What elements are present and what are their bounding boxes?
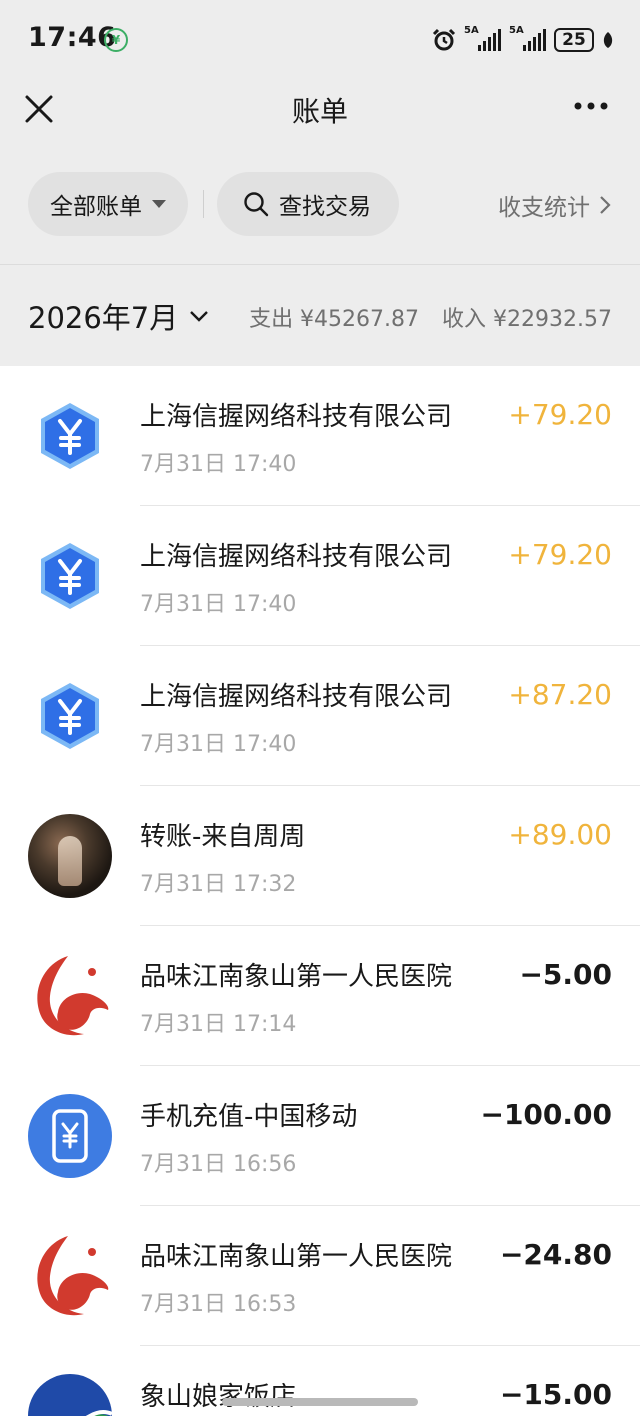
avatar xyxy=(28,534,112,618)
month-expense-total: 支出 ¥45267.87 xyxy=(249,307,420,332)
transaction-row[interactable]: 上海信握网络科技有限公司 7月31日 17:40 +87.20 xyxy=(0,646,640,786)
transaction-time: 7月31日 17:40 xyxy=(140,452,297,477)
transaction-row[interactable]: 上海信握网络科技有限公司 7月31日 17:40 +79.20 xyxy=(0,366,640,506)
network-1-label: 5A xyxy=(464,25,479,36)
mobile-recharge-icon xyxy=(28,1094,112,1178)
transaction-time: 7月31日 17:40 xyxy=(140,732,297,757)
search-transactions-button[interactable]: 查找交易 xyxy=(217,172,399,236)
filter-divider xyxy=(203,190,204,218)
transaction-amount: +79.20 xyxy=(508,538,612,571)
avatar xyxy=(28,814,112,898)
month-label: 2026年7月 xyxy=(28,301,179,335)
battery-icon: 25 xyxy=(554,28,594,52)
transaction-amount: −5.00 xyxy=(519,958,612,991)
chevron-down-icon xyxy=(190,311,209,322)
month-income-total: 收入 ¥22932.57 xyxy=(442,307,612,332)
avatar xyxy=(28,674,112,758)
month-header: 2026年7月 支出 ¥45267.87 收入 ¥22932.57 xyxy=(0,264,640,366)
month-selector[interactable]: 2026年7月 xyxy=(28,295,210,337)
transaction-amount: +79.20 xyxy=(508,398,612,431)
stats-label: 收支统计 xyxy=(498,195,590,221)
avatar xyxy=(28,394,112,478)
search-label: 查找交易 xyxy=(279,194,371,220)
transaction-title: 转账-来自周周 xyxy=(140,822,306,852)
payment-yuan-icon xyxy=(41,403,99,469)
transaction-time: 7月31日 16:56 xyxy=(140,1152,297,1177)
income-expense-stats-link[interactable]: 收支统计 xyxy=(498,188,612,222)
avatar xyxy=(28,1374,112,1416)
alarm-icon xyxy=(432,28,456,51)
page-title: 账单 xyxy=(291,95,348,128)
transaction-title: 上海信握网络科技有限公司 xyxy=(140,682,453,712)
nav-bar: 账单 xyxy=(0,80,640,136)
transaction-row[interactable]: 转账-来自周周 7月31日 17:32 +89.00 xyxy=(0,786,640,926)
transaction-amount: +87.20 xyxy=(508,678,612,711)
power-saving-leaf-icon xyxy=(603,32,613,48)
all-bills-label: 全部账单 xyxy=(50,194,142,220)
transaction-time: 7月31日 17:14 xyxy=(140,1012,297,1037)
transaction-time: 7月31日 16:53 xyxy=(140,1292,297,1317)
month-summary: 支出 ¥45267.87 收入 ¥22932.57 xyxy=(249,301,612,333)
transaction-amount: −24.80 xyxy=(499,1238,612,1271)
more-icon[interactable] xyxy=(574,100,608,112)
transaction-amount: −100.00 xyxy=(480,1098,612,1131)
avatar xyxy=(28,1094,112,1178)
search-icon xyxy=(244,192,269,217)
filter-bar: 全部账单 查找交易 收支统计 xyxy=(0,172,640,238)
network-2-label: 5A xyxy=(509,25,524,36)
status-indicators: 5A 5A 25 xyxy=(432,25,614,54)
transaction-list: 上海信握网络科技有限公司 7月31日 17:40 +79.20 上海信握网络科技… xyxy=(0,366,640,1416)
signal-1-icon: 5A xyxy=(464,25,501,51)
transaction-row[interactable]: 品味江南象山第一人民医院 7月31日 17:14 −5.00 xyxy=(0,926,640,1066)
transaction-title: 手机充值-中国移动 xyxy=(140,1102,358,1132)
transaction-row[interactable]: 手机充值-中国移动 7月31日 16:56 −100.00 xyxy=(0,1066,640,1206)
transaction-time: 7月31日 17:32 xyxy=(140,872,297,897)
transaction-title: 上海信握网络科技有限公司 xyxy=(140,402,453,432)
transaction-title: 品味江南象山第一人民医院 xyxy=(140,962,453,992)
transaction-row[interactable]: 上海信握网络科技有限公司 7月31日 17:40 +79.20 xyxy=(0,506,640,646)
home-indicator[interactable] xyxy=(222,1398,418,1406)
transaction-title: 上海信握网络科技有限公司 xyxy=(140,542,453,572)
signal-2-icon: 5A xyxy=(509,25,546,51)
app-notification-icon: ¥ xyxy=(104,28,128,52)
avatar xyxy=(28,1234,112,1318)
merchant-logo-icon xyxy=(37,1236,109,1316)
avatar xyxy=(28,954,112,1038)
payment-yuan-icon xyxy=(41,683,99,749)
merchant-logo-icon xyxy=(37,956,109,1036)
payment-yuan-icon xyxy=(41,543,99,609)
transaction-amount: −15.00 xyxy=(499,1378,612,1411)
transaction-time: 7月31日 17:40 xyxy=(140,592,297,617)
transaction-title: 象山娘家饭店 xyxy=(140,1382,297,1412)
restaurant-logo-icon xyxy=(28,1374,112,1416)
caret-down-icon xyxy=(152,200,166,208)
transaction-row[interactable]: 品味江南象山第一人民医院 7月31日 16:53 −24.80 xyxy=(0,1206,640,1346)
phone-yuan-icon xyxy=(52,1109,88,1163)
transaction-title: 品味江南象山第一人民医院 xyxy=(140,1242,453,1272)
status-bar: 17:46 ¥ 5A 5A 25 xyxy=(0,0,640,80)
transaction-amount: +89.00 xyxy=(508,818,612,851)
chevron-right-icon xyxy=(600,196,611,214)
all-bills-filter[interactable]: 全部账单 xyxy=(28,172,188,236)
user-avatar xyxy=(28,814,112,898)
